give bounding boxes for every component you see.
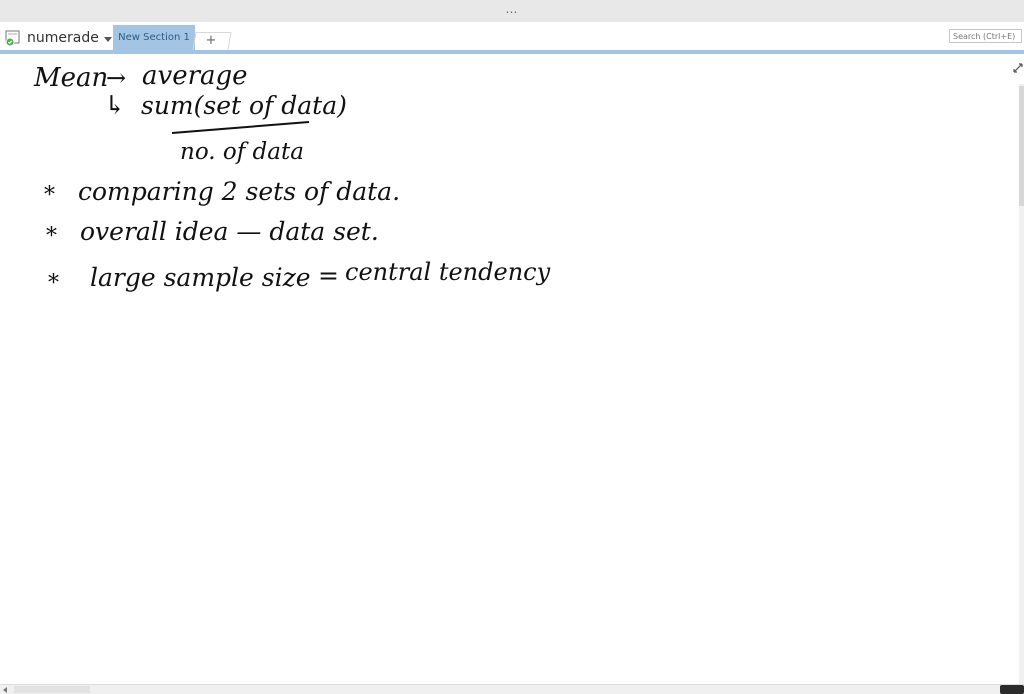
screen-recorder-icon[interactable] <box>1000 685 1024 694</box>
vertical-scroll-thumb[interactable] <box>1019 86 1024 206</box>
horizontal-scrollbar[interactable] <box>0 684 1024 694</box>
note-average: average <box>142 61 248 91</box>
bullet-2-symbol: * <box>46 224 57 249</box>
vertical-scrollbar[interactable] <box>1019 84 1024 684</box>
bullet-3-symbol: * <box>48 271 59 296</box>
note-hook-arrow: ↳ <box>104 91 126 121</box>
bullet-1-symbol: * <box>44 183 55 208</box>
fraction-bar <box>171 121 310 134</box>
bullet-3-text: large sample size <box>90 263 311 292</box>
bullet-3-central-tendency: central tendency <box>345 258 551 286</box>
scroll-left-icon[interactable] <box>3 687 7 693</box>
note-arrow-right: → <box>106 64 126 92</box>
note-sum-numerator: sum(set of data) <box>141 91 347 120</box>
note-mean: Mean <box>33 63 108 93</box>
note-denominator: no. of data <box>180 139 304 165</box>
bullet-2-text: overall idea — data set. <box>80 217 379 246</box>
bullet-3-equals: = <box>318 261 339 290</box>
handwriting-layer: Mean → average ↳ sum(set of data) no. of… <box>33 61 551 296</box>
horizontal-scroll-thumb[interactable] <box>14 686 90 693</box>
bullet-1-text: comparing 2 sets of data. <box>78 177 400 206</box>
